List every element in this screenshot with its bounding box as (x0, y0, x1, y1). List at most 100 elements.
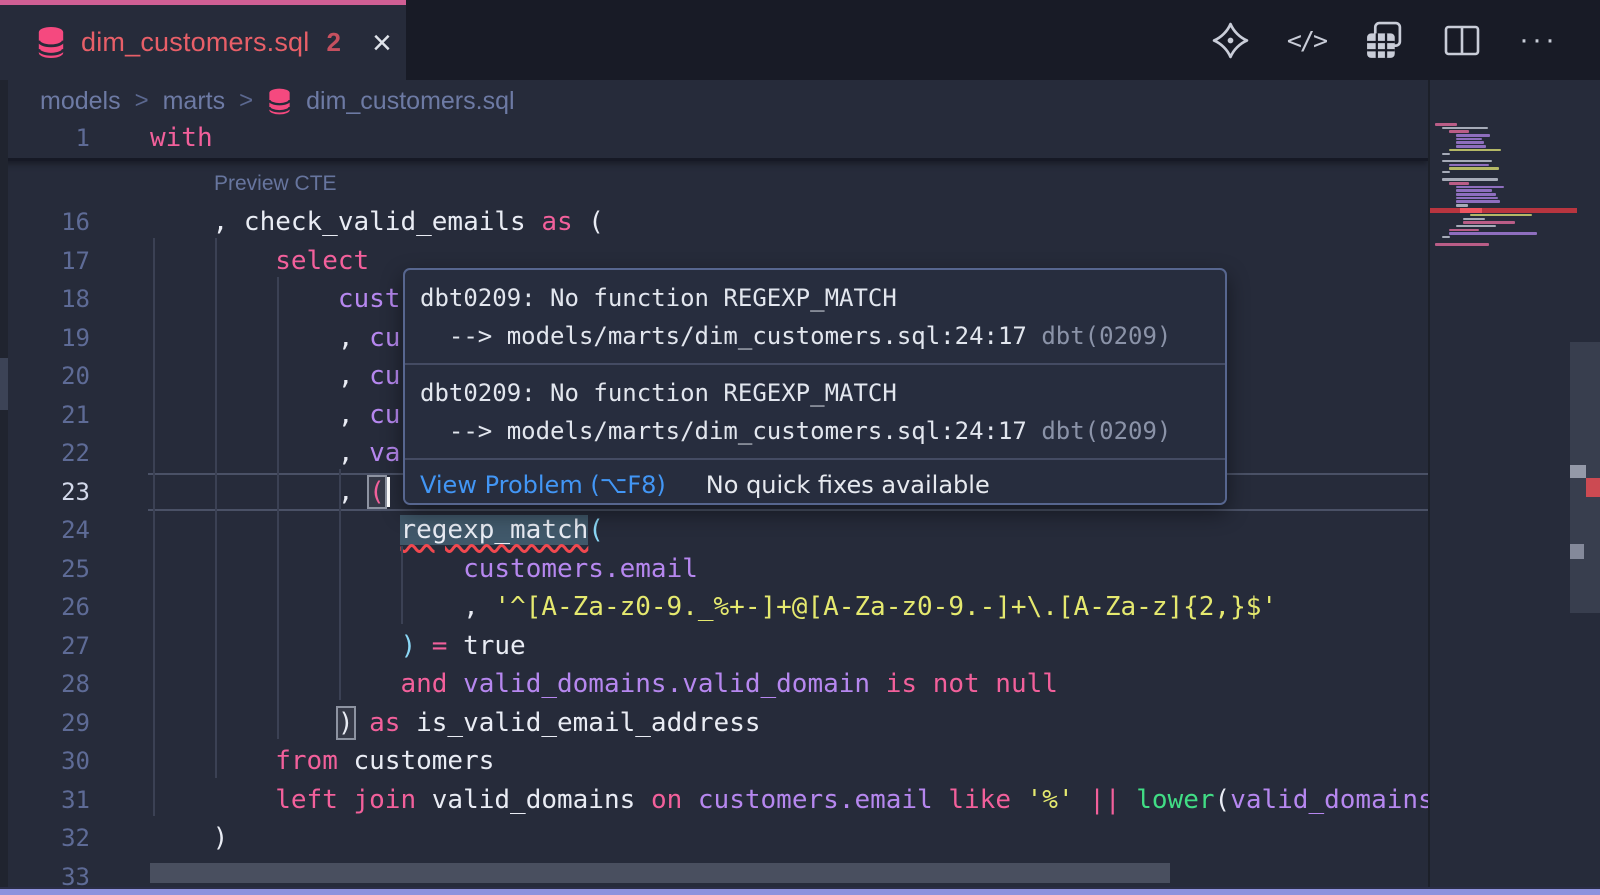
code-icon[interactable]: </> (1287, 26, 1326, 55)
line-content[interactable]: , cu (150, 319, 400, 358)
code-token: ( (369, 477, 385, 507)
line-number: 32 (0, 819, 90, 858)
minimap-line (1456, 134, 1490, 137)
line-content[interactable]: , ( (150, 473, 390, 512)
code-token: customers.email (463, 554, 698, 584)
tab-label: dim_customers.sql (81, 27, 309, 58)
minimap-line (1456, 204, 1468, 207)
horizontal-scrollbar[interactable] (150, 863, 1170, 883)
minimap-line (1470, 214, 1532, 217)
breadcrumb-item-marts[interactable]: marts (163, 87, 226, 116)
more-actions-icon[interactable]: ··· (1519, 34, 1558, 46)
code-token: is not null (886, 669, 1058, 699)
line-content[interactable]: customers.email (150, 550, 698, 589)
line-content[interactable]: cust (150, 280, 400, 319)
split-editor-icon[interactable] (1443, 21, 1481, 59)
code-token: ( (573, 207, 604, 237)
code-token: cu (369, 400, 400, 430)
line-content[interactable]: , cu (150, 396, 400, 435)
code-token: from (275, 746, 338, 776)
code-token: ( (1215, 785, 1231, 815)
line-content[interactable]: regexp_match( (150, 511, 604, 550)
line-number: 1 (0, 122, 90, 158)
line-number: 17 (0, 242, 90, 281)
line-content[interactable]: select (150, 242, 369, 281)
diagnostic-hover-popup: dbt0209: No function REGEXP_MATCH --> mo… (403, 268, 1227, 505)
minimap-line (1449, 232, 1537, 235)
code-token: valid_domains.valid_domain (463, 669, 870, 699)
code-token (150, 746, 275, 776)
problem-count-badge: 2 (326, 27, 340, 58)
popup-messages: dbt0209: No function REGEXP_MATCH --> mo… (405, 270, 1225, 458)
preview-table-icon[interactable] (1364, 20, 1405, 61)
code-token: , (150, 592, 494, 622)
line-number: 29 (0, 704, 90, 743)
minimap-line (1442, 160, 1492, 163)
code-token: cu (369, 323, 400, 353)
code-line-16[interactable]: 16 , check_valid_emails as ( (0, 203, 1428, 242)
minimap[interactable] (1428, 80, 1600, 895)
left-panel-edge (0, 80, 8, 895)
codelens-preview-cte[interactable]: Preview CTE (0, 161, 1428, 203)
code-token: customers.email (698, 785, 933, 815)
code-token: and (400, 669, 447, 699)
line-content[interactable]: ) (150, 819, 228, 858)
code-token (150, 246, 275, 276)
dbt-logo-icon[interactable] (1212, 22, 1249, 59)
code-token: ) (338, 708, 354, 738)
code-token: as (369, 708, 400, 738)
code-token: ) (150, 823, 228, 853)
line-content[interactable]: , cu (150, 357, 400, 396)
minimap-line (1442, 178, 1498, 181)
code-token (150, 708, 338, 738)
line-content[interactable]: and valid_domains.valid_domain is not nu… (150, 665, 1058, 704)
indent-guide (215, 238, 217, 778)
line-number: 21 (0, 396, 90, 435)
code-token: '^[A-Za-z0-9._%+-]+@[A-Za-z0-9.-]+\.[A-Z… (494, 592, 1277, 622)
code-token (150, 669, 400, 699)
line-content[interactable]: left join valid_domains on customers.ema… (150, 781, 1428, 820)
code-token: with (150, 123, 213, 153)
breadcrumb-item-models[interactable]: models (40, 87, 121, 116)
line-content[interactable]: from customers (150, 742, 494, 781)
code-token (682, 785, 698, 815)
code-token (416, 631, 432, 661)
indent-guide (339, 469, 341, 700)
minimap-line (1456, 145, 1486, 148)
code-token (1011, 785, 1027, 815)
code-token: ) (400, 631, 416, 661)
editor-actions: </> ··· (1212, 0, 1558, 80)
line-content[interactable]: ) = true (150, 627, 526, 666)
code-token (933, 785, 949, 815)
code-token (447, 669, 463, 699)
minimap-line (1456, 189, 1492, 192)
minimap-line (1456, 141, 1484, 144)
line-content[interactable]: ) as is_valid_email_address (150, 704, 761, 743)
minimap-line (1456, 193, 1496, 196)
bottom-panel-border (0, 887, 1600, 895)
left-panel-scrollbar[interactable] (0, 358, 8, 410)
line-number: 20 (0, 357, 90, 396)
indent-guide (401, 546, 403, 624)
code-token: , (150, 361, 369, 391)
close-icon[interactable]: × (372, 26, 392, 60)
line-content[interactable]: , va (150, 434, 400, 473)
sticky-scroll-line[interactable]: 1 with (0, 122, 1428, 161)
tab-bar: dim_customers.sql 2 × </> (0, 0, 1600, 80)
database-icon (36, 25, 66, 60)
code-line-31[interactable]: 31 left join valid_domains on customers.… (0, 781, 1428, 820)
code-line-32[interactable]: 32 ) (0, 819, 1428, 858)
line-content[interactable]: , '^[A-Za-z0-9._%+-]+@[A-Za-z0-9.-]+\.[A… (150, 588, 1277, 627)
line-content[interactable]: , check_valid_emails as ( (150, 203, 604, 242)
line-number: 18 (0, 280, 90, 319)
minimap-line (1449, 182, 1469, 185)
line-number: 16 (0, 203, 90, 242)
tab-dim-customers[interactable]: dim_customers.sql 2 × (0, 0, 406, 80)
code-editor[interactable]: 1 with Preview CTE 16 , check_valid_emai… (0, 122, 1428, 895)
code-token (150, 284, 338, 314)
code-token (150, 515, 400, 545)
breadcrumb-item-file[interactable]: dim_customers.sql (306, 87, 514, 116)
minimap-line (1435, 123, 1457, 126)
line-number: 19 (0, 319, 90, 358)
view-problem-link[interactable]: View Problem (⌥F8) (420, 471, 666, 499)
